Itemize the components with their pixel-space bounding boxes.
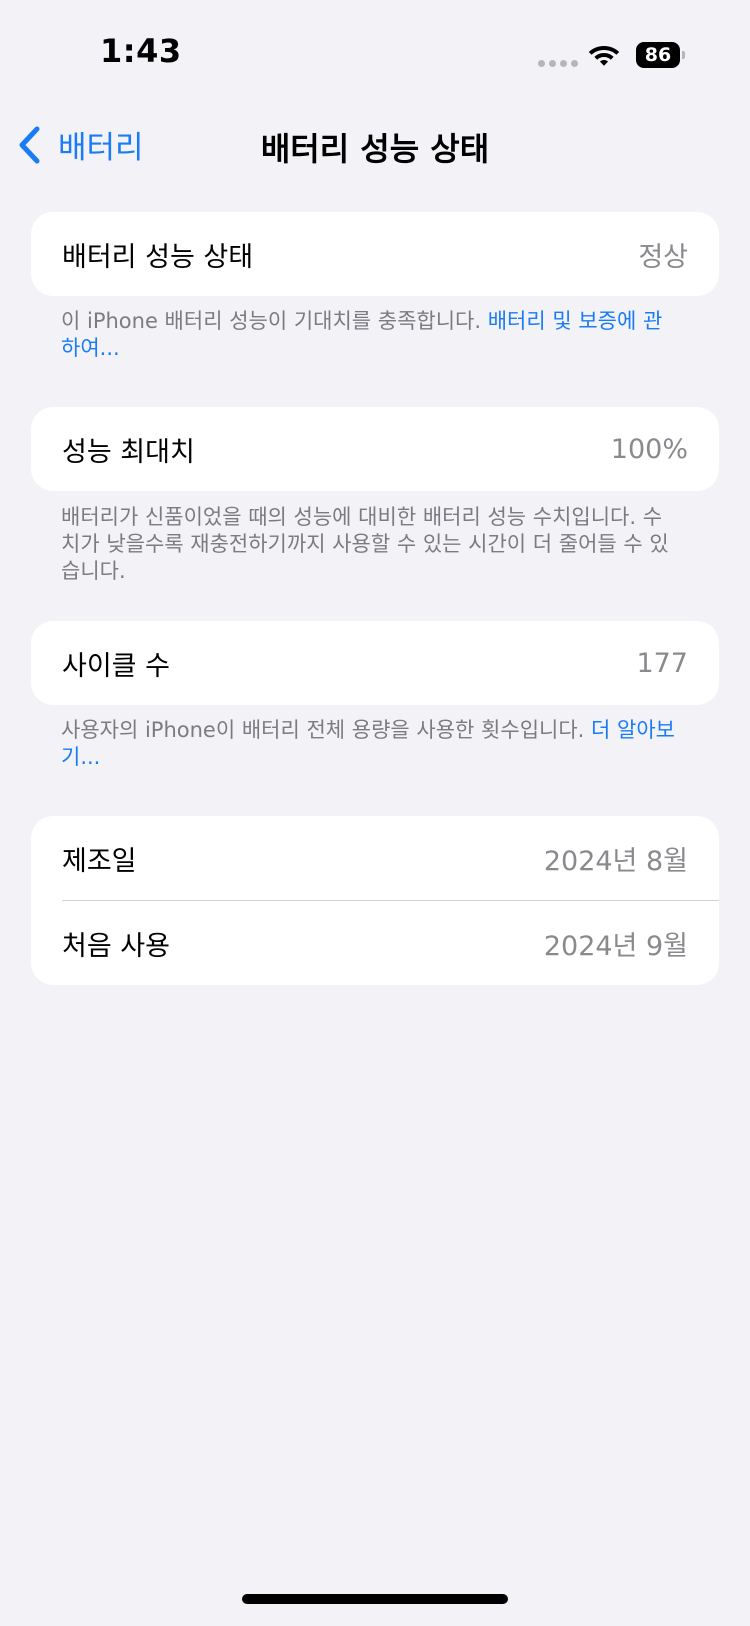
cycle-count-row: 사이클 수 177 xyxy=(31,621,719,705)
battery-level: 86 xyxy=(636,42,680,68)
cycle-count-card: 사이클 수 177 xyxy=(31,621,719,705)
page-title: 배터리 성능 상태 xyxy=(260,130,490,168)
max-capacity-value: 100% xyxy=(610,433,688,465)
battery-health-footnote: 이 iPhone 배터리 성능이 기대치를 충족합니다. 배터리 및 보증에 관… xyxy=(61,308,681,362)
first-use-label: 처음 사용 xyxy=(62,930,170,962)
manufacture-date-row: 제조일 2024년 8월 xyxy=(31,816,719,900)
max-capacity-description: 배터리가 신품이었을 때의 성능에 대비한 배터리 성능 수치입니다. 수치가 … xyxy=(61,505,669,583)
max-capacity-label: 성능 최대치 xyxy=(62,436,195,468)
battery-health-value: 정상 xyxy=(638,241,688,273)
cycle-count-label: 사이클 수 xyxy=(62,650,170,682)
cycle-count-value: 177 xyxy=(636,647,688,679)
battery-health-description: 이 iPhone 배터리 성능이 기대치를 충족합니다. xyxy=(61,309,488,333)
dates-card: 제조일 2024년 8월 처음 사용 2024년 9월 xyxy=(31,816,719,985)
battery-health-row: 배터리 성능 상태 정상 xyxy=(31,212,719,296)
first-use-value: 2024년 9월 xyxy=(543,930,688,962)
battery-icon: 86 xyxy=(636,42,686,68)
first-use-row: 처음 사용 2024년 9월 xyxy=(31,901,719,985)
cellular-signal-icon xyxy=(538,60,578,67)
max-capacity-footnote: 배터리가 신품이었을 때의 성능에 대비한 배터리 성능 수치입니다. 수치가 … xyxy=(61,504,681,585)
max-capacity-row: 성능 최대치 100% xyxy=(31,407,719,491)
manufacture-date-value: 2024년 8월 xyxy=(543,845,688,877)
navigation-bar: 배터리 배터리 성능 상태 xyxy=(0,110,750,180)
home-indicator[interactable] xyxy=(242,1594,508,1604)
status-time: 1:43 xyxy=(100,32,182,70)
max-capacity-card: 성능 최대치 100% xyxy=(31,407,719,491)
wifi-icon xyxy=(588,46,620,66)
cycle-count-footnote: 사용자의 iPhone이 배터리 전체 용량을 사용한 횟수입니다. 더 알아보… xyxy=(61,717,681,771)
cycle-count-description: 사용자의 iPhone이 배터리 전체 용량을 사용한 횟수입니다. xyxy=(61,718,592,742)
manufacture-date-label: 제조일 xyxy=(62,845,137,877)
battery-health-card: 배터리 성능 상태 정상 xyxy=(31,212,719,296)
status-bar: 1:43 86 xyxy=(0,0,750,100)
battery-health-label: 배터리 성능 상태 xyxy=(62,241,254,273)
